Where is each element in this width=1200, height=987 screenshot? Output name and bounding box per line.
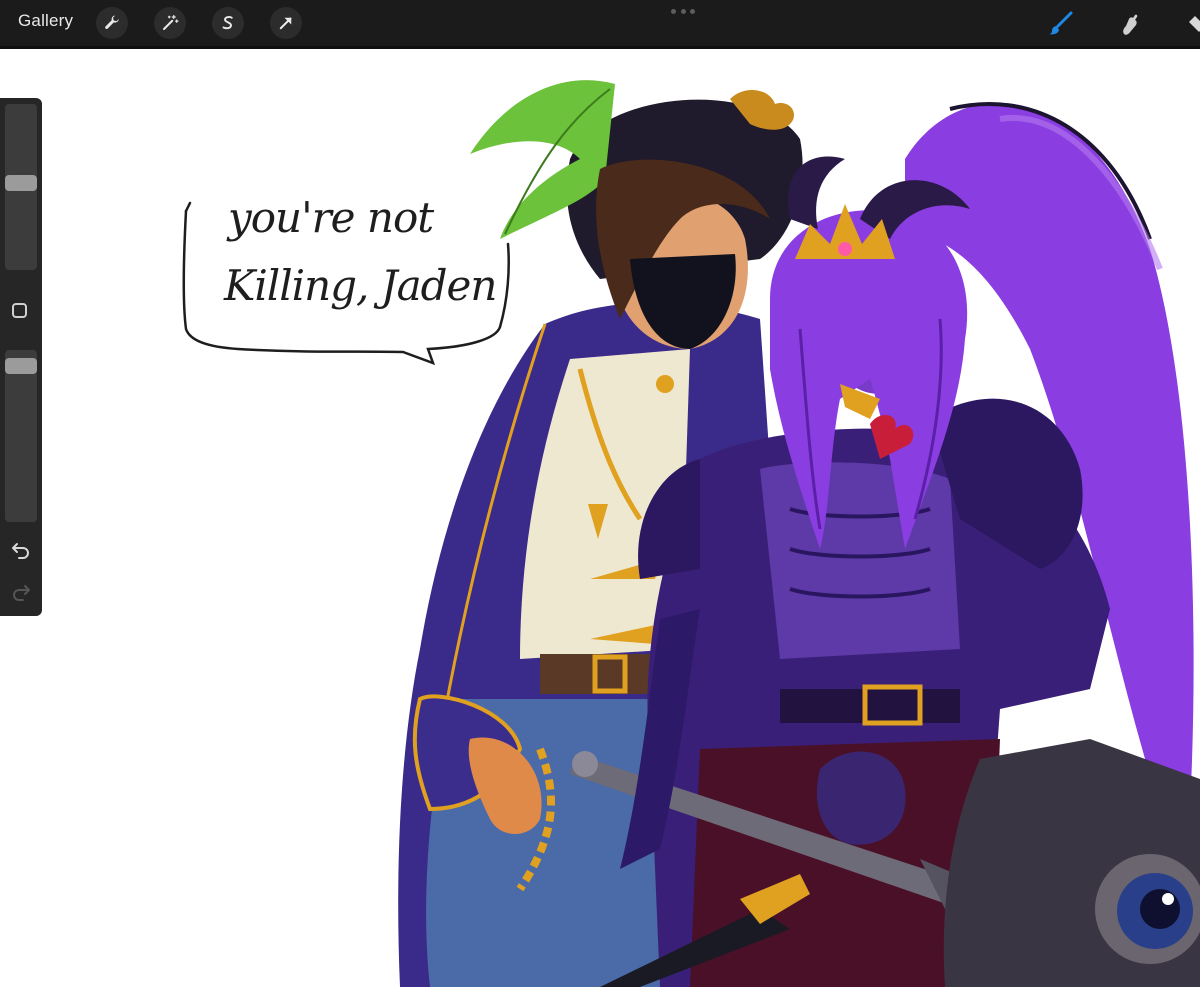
selection-s-icon[interactable]	[212, 7, 244, 39]
left-sidebar	[0, 98, 42, 616]
opacity-knob[interactable]	[5, 358, 37, 374]
opacity-slider[interactable]	[5, 350, 37, 522]
brush-size-slider[interactable]	[5, 104, 37, 270]
transform-arrow-icon[interactable]	[270, 7, 302, 39]
top-toolbar: Gallery	[0, 0, 1200, 49]
smudge-icon[interactable]	[1113, 7, 1147, 41]
speech-line-2: Killing, Jaden	[224, 261, 497, 310]
gallery-button[interactable]: Gallery	[18, 11, 73, 31]
undo-icon[interactable]	[10, 538, 32, 560]
wrench-icon[interactable]	[96, 7, 128, 39]
drawing-canvas[interactable]: you're not Killing, Jaden	[0, 49, 1200, 987]
redo-icon[interactable]	[10, 580, 32, 602]
eraser-icon[interactable]	[1178, 7, 1200, 41]
brush-icon[interactable]	[1044, 7, 1078, 41]
magic-wand-icon[interactable]	[154, 7, 186, 39]
brush-size-knob[interactable]	[5, 175, 37, 191]
drag-handle[interactable]	[671, 9, 695, 15]
speech-line-1: you're not	[228, 193, 434, 242]
modify-square-icon[interactable]	[12, 303, 27, 318]
